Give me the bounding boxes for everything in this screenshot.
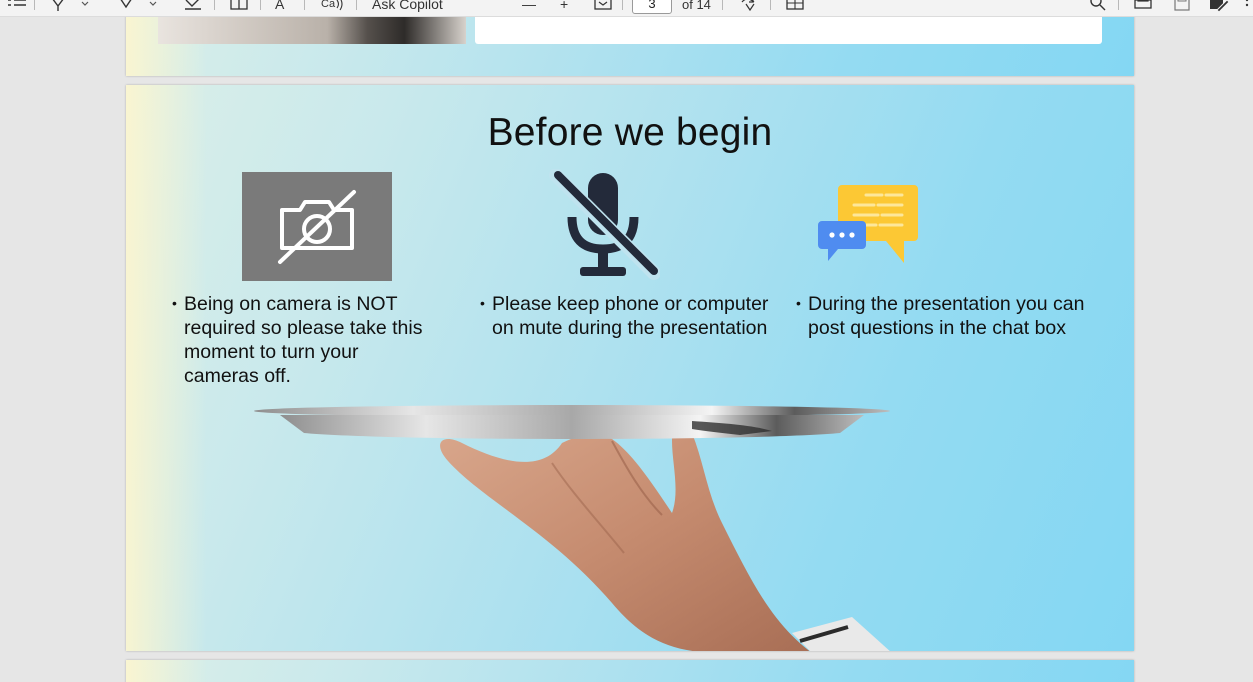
zoom-out-label: — — [522, 0, 536, 12]
camera-off-icon — [278, 190, 356, 264]
rotate-icon[interactable] — [738, 0, 760, 14]
ask-copilot-button[interactable]: Ask Copilot — [372, 0, 443, 14]
chat-bubbles-icon — [818, 185, 918, 263]
current-page: 3 — [648, 0, 656, 11]
text-tool-label: A — [275, 0, 285, 12]
pdf-viewer: A Ca Ask Copilot — + 3 of 14 Before we b… — [0, 0, 1253, 682]
bullet-chat-text: During the presentation you can post que… — [808, 293, 1085, 339]
erase-icon[interactable] — [182, 0, 204, 14]
chat-icon-wrap — [818, 181, 922, 278]
save-icon[interactable] — [1172, 0, 1192, 14]
page-number-input[interactable]: 3 — [632, 0, 672, 14]
svg-text:Ca: Ca — [321, 0, 336, 10]
slide-page: Before we begin • Being on camera is NOT… — [126, 85, 1134, 651]
fit-page-icon[interactable] — [592, 0, 614, 14]
add-text-box-icon[interactable] — [228, 0, 250, 14]
zoom-in-label: + — [560, 0, 569, 12]
highlight-icon[interactable] — [116, 0, 136, 14]
ask-copilot-label: Ask Copilot — [372, 0, 443, 12]
read-aloud-icon[interactable]: Ca — [320, 0, 344, 14]
toolbar: A Ca Ask Copilot — + 3 of 14 — [0, 0, 1253, 17]
mic-icon-wrap — [546, 168, 661, 288]
page-count-label: of 14 — [682, 0, 711, 12]
draw-dropdown-chevron-icon[interactable] — [80, 0, 90, 14]
camera-tile — [242, 172, 392, 281]
save-as-icon[interactable] — [1208, 0, 1230, 14]
text-tool-button[interactable]: A — [275, 0, 284, 14]
draw-icon[interactable] — [48, 0, 68, 14]
contents-icon[interactable] — [6, 0, 28, 14]
hand-tray-image — [252, 403, 892, 651]
zoom-out-button[interactable]: — — [522, 0, 536, 14]
page-count: of 14 — [682, 0, 711, 14]
highlight-dropdown-chevron-icon[interactable] — [148, 0, 158, 14]
page-view-icon[interactable] — [784, 0, 806, 14]
slide-title: Before we begin — [487, 111, 773, 154]
print-icon[interactable] — [1132, 0, 1154, 14]
zoom-in-button[interactable]: + — [560, 0, 568, 14]
bullet-camera-text: Being on camera is NOT required so pleas… — [184, 293, 423, 387]
next-page — [126, 660, 1134, 682]
bullet-mute-text: Please keep phone or computer on mute du… — [492, 293, 769, 339]
bullet-chat: • During the presentation you can post qu… — [796, 293, 1085, 339]
search-icon[interactable] — [1088, 0, 1108, 14]
mic-off-icon — [549, 168, 661, 280]
bullet-mute: • Please keep phone or computer on mute d… — [480, 293, 769, 339]
bullet-camera: • Being on camera is NOT required so plea… — [172, 293, 423, 387]
hand-tray-illustration — [254, 405, 890, 651]
more-options-icon[interactable] — [1244, 0, 1250, 14]
